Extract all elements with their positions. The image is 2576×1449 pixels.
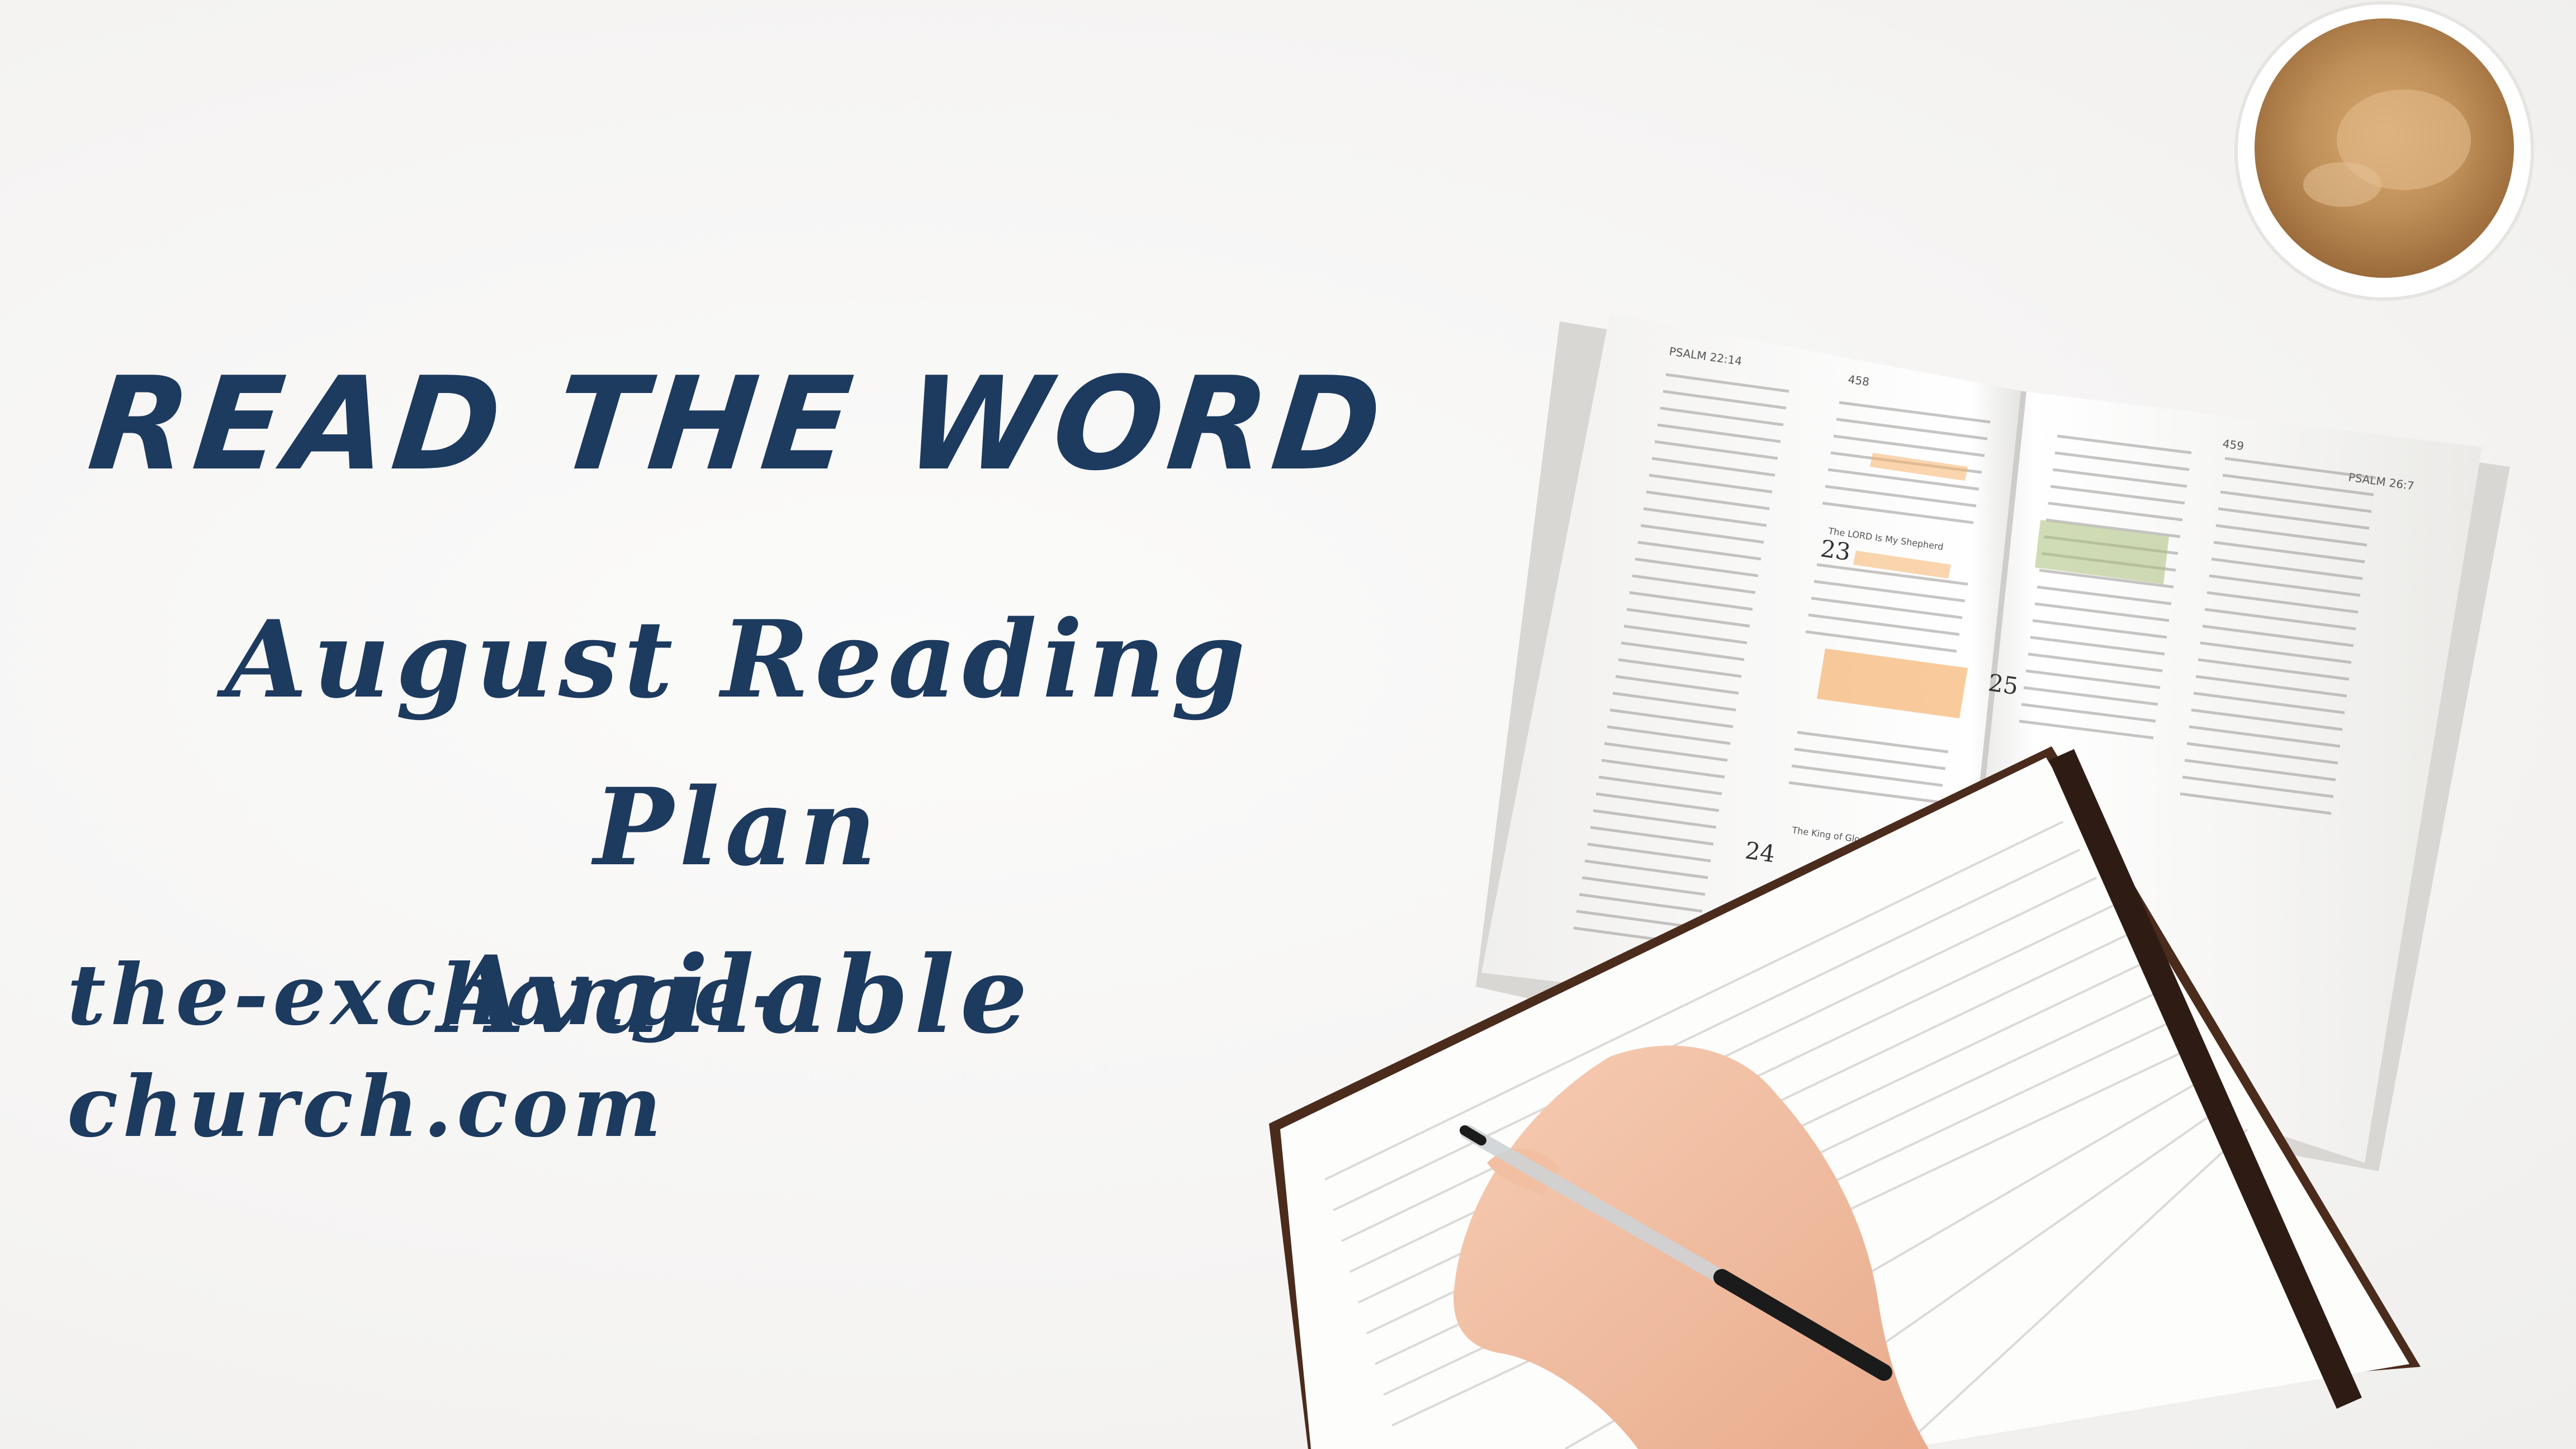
bible-chapter-25-number: 25: [1987, 669, 2020, 700]
church-url: the-exchange-church.com: [67, 946, 791, 1156]
subhead-line-1: August Reading Plan: [225, 597, 1251, 889]
coffee-cup: [2234, 1, 2534, 301]
bible-chapter-24-number: 24: [1744, 836, 1777, 868]
bible-chapter-23-number: 23: [1819, 534, 1853, 566]
headline: READ THE WORD: [82, 350, 1394, 499]
